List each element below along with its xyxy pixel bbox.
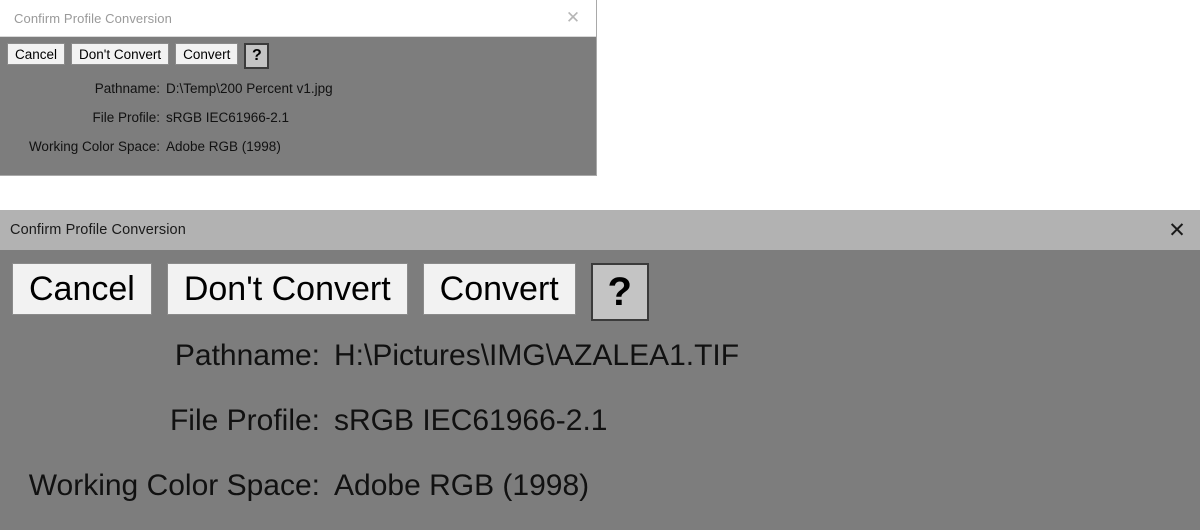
help-button[interactable]: ? <box>244 43 270 69</box>
convert-button[interactable]: Convert <box>175 43 239 65</box>
dialog-title: Confirm Profile Conversion <box>14 10 172 26</box>
confirm-profile-conversion-dialog-small: Confirm Profile Conversion ✕ Cancel Don'… <box>0 0 597 176</box>
close-icon: ✕ <box>565 7 581 28</box>
dont-convert-button[interactable]: Don't Convert <box>71 43 170 65</box>
help-button[interactable]: ? <box>590 263 649 321</box>
confirm-profile-conversion-dialog-large: Confirm Profile Conversion ✕ Cancel Don'… <box>0 210 1200 530</box>
file-profile-value: sRGB IEC61966-2.1 <box>166 110 290 125</box>
pathname-value: D:\Temp\200 Percent v1.jpg <box>166 81 333 96</box>
pathname-label: Pathname: <box>94 81 160 96</box>
info-row-working-color-space: Working Color Space: Adobe RGB (1998) <box>0 469 1200 503</box>
button-row: Cancel Don't Convert Convert ? <box>0 37 596 69</box>
working-color-space-label: Working Color Space: <box>28 139 160 154</box>
dialog-title: Confirm Profile Conversion <box>10 222 186 238</box>
cancel-button[interactable]: Cancel <box>7 43 66 65</box>
pathname-label: Pathname: <box>174 339 320 372</box>
dont-convert-button[interactable]: Don't Convert <box>166 263 408 315</box>
working-color-space-value: Adobe RGB (1998) <box>166 139 281 154</box>
pathname-value: H:\Pictures\IMG\AZALEA1.TIF <box>334 339 740 372</box>
close-icon: ✕ <box>1168 217 1186 242</box>
convert-button[interactable]: Convert <box>422 263 576 315</box>
file-profile-label: File Profile: <box>92 110 160 125</box>
file-profile-value: sRGB IEC61966-2.1 <box>334 404 608 437</box>
info-row-file-profile: File Profile: sRGB IEC61966-2.1 <box>0 404 1200 438</box>
button-row: Cancel Don't Convert Convert ? <box>0 250 1200 321</box>
info-list: Pathname: D:\Temp\200 Percent v1.jpg Fil… <box>0 81 596 154</box>
titlebar: Confirm Profile Conversion ✕ <box>0 0 596 37</box>
working-color-space-label: Working Color Space: <box>28 469 320 502</box>
cancel-button[interactable]: Cancel <box>12 263 152 315</box>
close-button[interactable]: ✕ <box>550 0 596 36</box>
titlebar: Confirm Profile Conversion ✕ <box>0 210 1200 250</box>
info-row-file-profile: File Profile: sRGB IEC61966-2.1 <box>0 110 596 125</box>
file-profile-label: File Profile: <box>169 404 320 437</box>
info-row-pathname: Pathname: D:\Temp\200 Percent v1.jpg <box>0 81 596 96</box>
info-list: Pathname: H:\Pictures\IMG\AZALEA1.TIF Fi… <box>0 339 1200 503</box>
working-color-space-value: Adobe RGB (1998) <box>334 469 590 502</box>
info-row-pathname: Pathname: H:\Pictures\IMG\AZALEA1.TIF <box>0 339 1200 373</box>
info-row-working-color-space: Working Color Space: Adobe RGB (1998) <box>0 139 596 154</box>
close-button[interactable]: ✕ <box>1154 210 1200 250</box>
